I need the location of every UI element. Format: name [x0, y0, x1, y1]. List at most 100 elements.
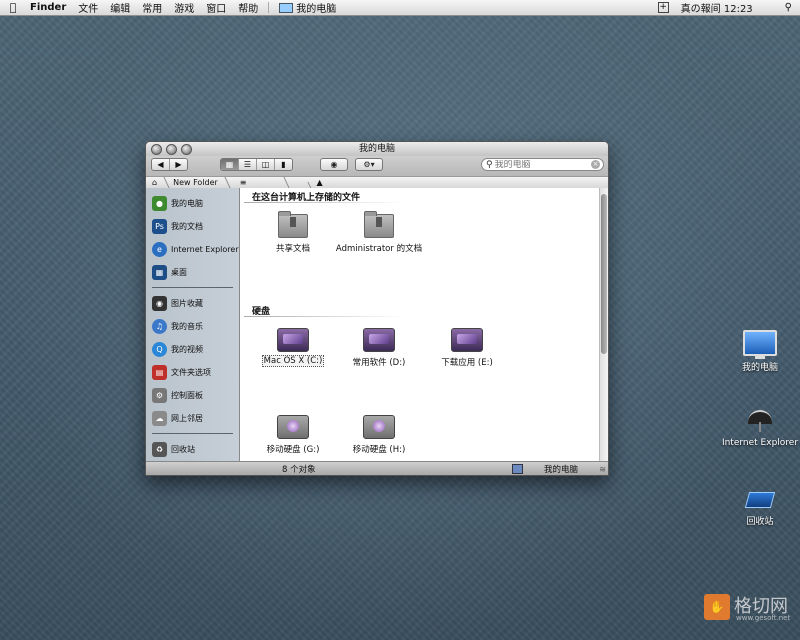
path-home[interactable]: ⌂: [146, 178, 167, 187]
search-input[interactable]: [494, 159, 585, 170]
item-count: 8 个对象: [282, 465, 316, 475]
hard-drive-icon: [277, 328, 309, 352]
item-label: 移动硬盘 (H:): [352, 445, 406, 455]
clock[interactable]: 真の報间 12:23: [681, 0, 753, 15]
window-toolbar: ◀ ▶ ▦ ☰ ◫ ▮ ◉ ⚙▾ ⚲ ×: [146, 156, 608, 176]
path-folder[interactable]: New Folder: [167, 178, 228, 187]
finder-window: 我的电脑 ◀ ▶ ▦ ☰ ◫ ▮ ◉ ⚙▾ ⚲ × ⌂ New Folder ≡…: [145, 141, 609, 476]
window-controls: [151, 144, 192, 155]
path-list-icon[interactable]: ≡: [228, 178, 287, 187]
sidebar-item-trash[interactable]: ♻ 回收站: [146, 438, 239, 461]
sidebar-item-desktop[interactable]: ▦ 桌面: [146, 261, 239, 284]
search-icon: ⚲: [486, 159, 493, 170]
menu-separator: [268, 2, 270, 13]
desktop-icon-label: 回收站: [746, 517, 774, 527]
sidebar-divider: [152, 433, 233, 434]
menu-bar:  Finder 文件 编辑 常用 游戏 窗口 帮助 我的电脑 + 真の報间 1…: [0, 0, 800, 16]
android-computer-icon: ●: [152, 196, 167, 211]
zoom-button[interactable]: [181, 144, 192, 155]
item-label: 下载应用 (E:): [441, 358, 493, 368]
desktop-icon-recycle-bin[interactable]: 回收站: [715, 486, 800, 527]
drive-h[interactable]: 移动硬盘 (H:): [334, 415, 424, 455]
item-label: 移动硬盘 (G:): [266, 445, 320, 455]
trash-icon: ♻: [152, 442, 167, 457]
watermark-url: www.gesoft.net: [736, 614, 791, 622]
control-panel-icon: ⚙: [152, 388, 167, 403]
sidebar-item-pictures[interactable]: ◉ 图片收藏: [146, 292, 239, 315]
drive-g[interactable]: 移动硬盘 (G:): [248, 415, 338, 455]
hard-drive-icon: [451, 328, 483, 352]
hand-logo-icon: ✋: [704, 594, 730, 620]
sidebar-item-label: 网上邻居: [171, 414, 203, 423]
menu-common[interactable]: 常用: [136, 0, 168, 15]
sidebar-item-my-computer[interactable]: ● 我的电脑: [146, 192, 239, 215]
sidebar: ● 我的电脑 Ps 我的文档 e Internet Explorer ▦ 桌面 …: [146, 188, 240, 462]
sidebar-item-folder-options[interactable]: ▤ 文件夹选项: [146, 361, 239, 384]
folder-shared-documents[interactable]: 共享文档: [248, 211, 338, 254]
back-button[interactable]: ◀: [152, 159, 170, 170]
folder-icon: [278, 211, 308, 238]
sidebar-item-videos[interactable]: Q 我的视频: [146, 338, 239, 361]
icon-view-button[interactable]: ▦: [221, 159, 239, 170]
drive-c[interactable]: Mac OS X (C:): [248, 328, 338, 367]
sidebar-item-music[interactable]: ♫ 我的音乐: [146, 315, 239, 338]
forward-button[interactable]: ▶: [170, 159, 187, 170]
sidebar-item-control-panel[interactable]: ⚙ 控制面板: [146, 384, 239, 407]
close-button[interactable]: [151, 144, 162, 155]
menu-help[interactable]: 帮助: [232, 0, 264, 15]
sidebar-item-internet-explorer[interactable]: e Internet Explorer: [146, 238, 239, 261]
drive-d[interactable]: 常用软件 (D:): [334, 328, 424, 368]
drive-e[interactable]: 下载应用 (E:): [422, 328, 512, 368]
menu-window-my-computer[interactable]: 我的电脑: [275, 0, 340, 15]
file-browser: 在这台计算机上存储的文件 共享文档 Administrator 的文档 硬盘 M…: [240, 188, 608, 462]
item-label: Administrator 的文档: [335, 244, 423, 254]
menu-edit[interactable]: 编辑: [104, 0, 136, 15]
network-icon: ☁: [152, 411, 167, 426]
plus-icon[interactable]: +: [657, 2, 669, 13]
menu-file[interactable]: 文件: [72, 0, 104, 15]
scrollbar-thumb[interactable]: [601, 194, 607, 354]
ie-umbrella-icon: [746, 408, 774, 434]
menu-games[interactable]: 游戏: [168, 0, 200, 15]
sidebar-item-label: 我的电脑: [171, 199, 203, 208]
path-up-icon[interactable]: ▲: [317, 178, 323, 187]
sidebar-item-network[interactable]: ☁ 网上邻居: [146, 407, 239, 430]
menu-window[interactable]: 窗口: [200, 0, 232, 15]
minimize-button[interactable]: [166, 144, 177, 155]
desktop-icon-label: Internet Explorer: [721, 438, 799, 448]
column-view-button[interactable]: ◫: [257, 159, 275, 170]
sidebar-item-label: 我的音乐: [171, 322, 203, 331]
desktop-icon-label: 我的电脑: [741, 363, 778, 373]
sidebar-item-my-documents[interactable]: Ps 我的文档: [146, 215, 239, 238]
camera-icon: ◉: [152, 296, 167, 311]
coverflow-view-button[interactable]: ▮: [275, 159, 292, 170]
nav-buttons: ◀ ▶: [151, 158, 188, 171]
computer-mini-icon: [512, 464, 523, 474]
folder-administrator-documents[interactable]: Administrator 的文档: [334, 211, 424, 254]
window-titlebar[interactable]: 我的电脑: [146, 142, 608, 156]
quicktime-icon: Q: [152, 342, 167, 357]
apple-menu-icon[interactable]: : [0, 1, 26, 14]
status-location: 我的电脑: [544, 465, 579, 475]
menu-window-label: 我的电脑: [296, 4, 337, 15]
sidebar-item-label: 文件夹选项: [171, 368, 211, 377]
desktop-icon-internet-explorer[interactable]: Internet Explorer: [715, 408, 800, 448]
phonebox-icon: ▤: [152, 365, 167, 380]
sidebar-item-label: 控制面板: [171, 391, 203, 400]
list-view-button[interactable]: ☰: [239, 159, 257, 170]
window-content: ● 我的电脑 Ps 我的文档 e Internet Explorer ▦ 桌面 …: [146, 188, 608, 462]
spotlight-search-icon[interactable]: ⚲: [785, 2, 792, 13]
quick-look-button[interactable]: ◉: [320, 158, 348, 171]
desktop-icon-my-computer[interactable]: 我的电脑: [715, 330, 800, 373]
search-field[interactable]: ⚲ ×: [481, 158, 604, 171]
sidebar-item-label: 我的文档: [171, 222, 203, 231]
item-label: 共享文档: [275, 244, 310, 254]
usb-drive-icon: [277, 415, 309, 439]
clear-search-icon[interactable]: ×: [591, 160, 600, 169]
action-menu-button[interactable]: ⚙▾: [355, 158, 383, 171]
sidebar-item-label: Internet Explorer: [171, 245, 239, 254]
menu-finder[interactable]: Finder: [26, 2, 72, 13]
vertical-scrollbar[interactable]: [599, 188, 608, 462]
resize-grip-icon[interactable]: ≋: [599, 465, 606, 474]
sidebar-item-label: 我的视频: [171, 345, 203, 354]
